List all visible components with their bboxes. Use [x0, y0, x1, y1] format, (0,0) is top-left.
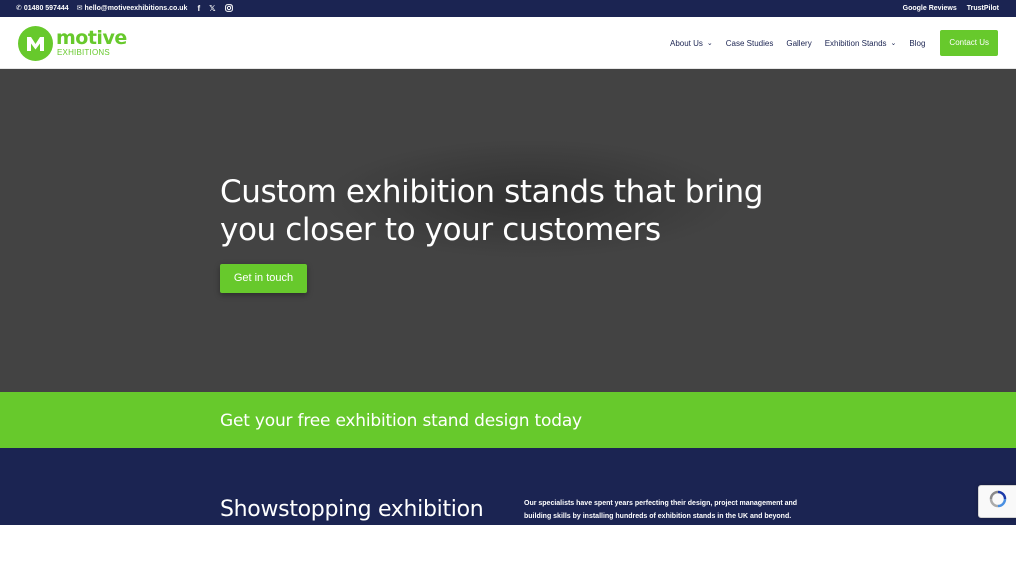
nav-label: Exhibition Stands	[824, 38, 887, 48]
intro-section: Showstopping exhibition Our specialists …	[0, 448, 1016, 525]
contact-us-button[interactable]: Contact Us	[940, 30, 998, 56]
recaptcha-icon	[989, 490, 1007, 508]
x-icon[interactable]: 𝕏	[209, 4, 215, 13]
google-reviews-link[interactable]: Google Reviews	[903, 5, 957, 12]
logo-wordmark: motive	[56, 27, 127, 49]
page-scrollbar[interactable]	[1016, 0, 1024, 525]
nav-blog[interactable]: Blog	[909, 39, 925, 48]
banner-text: Get your free exhibition stand design to…	[220, 411, 582, 431]
logo-subtitle: EXHIBITIONS	[57, 48, 110, 57]
chevron-down-icon: ⌄	[890, 40, 897, 47]
get-in-touch-button[interactable]: Get in touch	[220, 264, 307, 293]
nav-label: About Us	[669, 38, 703, 48]
site-logo[interactable]: motive EXHIBITIONS	[18, 26, 133, 62]
browser-viewport: ✆ 01480 597444 ✉ hello@motiveexhibitions…	[0, 0, 1016, 525]
hero-title-line2: you closer to your customers	[220, 212, 661, 248]
hero-title-line1: Custom exhibition stands that bring	[220, 174, 764, 210]
review-links: Google Reviews TrustPilot	[893, 0, 999, 17]
hero-title: Custom exhibition stands that bring you …	[220, 173, 780, 249]
nav-about-us[interactable]: About Us ⌄	[670, 39, 713, 48]
recaptcha-badge[interactable]	[978, 485, 1016, 518]
nav-case-studies[interactable]: Case Studies	[726, 39, 774, 48]
contact-info: ✆ 01480 597444 ✉ hello@motiveexhibitions…	[16, 0, 242, 17]
top-bar: ✆ 01480 597444 ✉ hello@motiveexhibitions…	[0, 0, 1016, 17]
nav-label: Gallery	[786, 38, 812, 48]
chevron-down-icon: ⌄	[706, 40, 713, 47]
blank-area	[0, 525, 1024, 576]
intro-heading: Showstopping exhibition	[220, 497, 484, 522]
free-design-banner[interactable]: Get your free exhibition stand design to…	[0, 392, 1016, 448]
phone-link[interactable]: ✆ 01480 597444	[16, 5, 69, 12]
nav-exhibition-stands[interactable]: Exhibition Stands ⌄	[825, 39, 897, 48]
trustpilot-link[interactable]: TrustPilot	[967, 5, 999, 12]
phone-icon: ✆	[16, 5, 22, 12]
instagram-icon[interactable]	[224, 3, 233, 14]
nav-label: Blog	[909, 38, 926, 48]
envelope-icon: ✉	[76, 5, 83, 12]
social-links: f 𝕏	[197, 3, 241, 14]
main-nav: About Us ⌄ Case Studies Gallery Exhibiti…	[657, 17, 998, 69]
facebook-icon[interactable]: f	[197, 4, 200, 13]
hero-section: Custom exhibition stands that bring you …	[0, 69, 1016, 392]
intro-paragraph: Our specialists have spent years perfect…	[524, 500, 798, 520]
email-link[interactable]: ✉ hello@motiveexhibitions.co.uk	[77, 5, 188, 12]
logo-mark-icon	[18, 26, 53, 61]
nav-gallery[interactable]: Gallery	[786, 39, 811, 48]
nav-label: Case Studies	[725, 38, 774, 48]
phone-number: 01480 597444	[23, 5, 69, 12]
site-header: motive EXHIBITIONS About Us ⌄ Case Studi…	[0, 17, 1016, 69]
email-address: hello@motiveexhibitions.co.uk	[84, 5, 188, 12]
